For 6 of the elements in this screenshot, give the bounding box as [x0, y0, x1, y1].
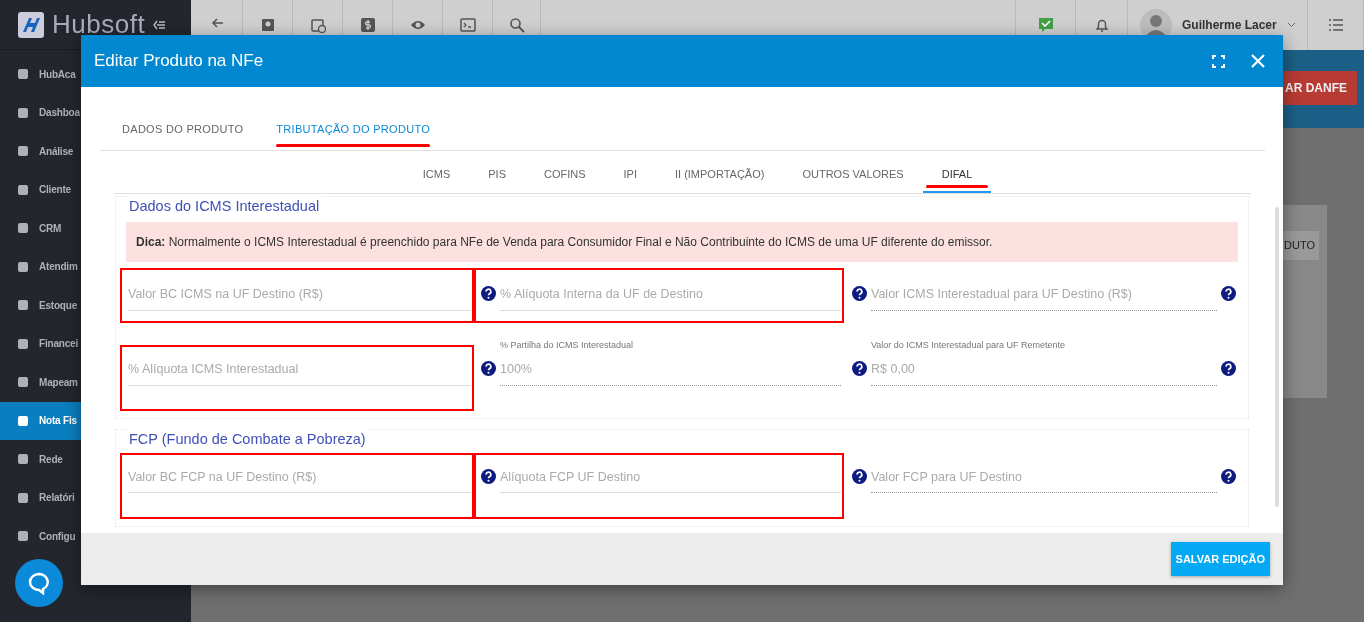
tip-text: Dica: Normalmente o ICMS Interestadual é preenchido para NFe de Venda para Consumidor Final e Não Contribuinte do ICMS de uma UF diferente do emissor.	[126, 221, 1238, 262]
logo-text: Hubsoft	[52, 8, 146, 41]
user-name: Guilherme Lacer	[1182, 17, 1277, 34]
field-label: Valor do ICMS Interestadual para UF Remetente	[871, 338, 1065, 352]
dialog-title: Editar Produto na NFe	[94, 50, 265, 72]
field-label: % Partilha do ICMS Interestadual	[500, 338, 634, 352]
